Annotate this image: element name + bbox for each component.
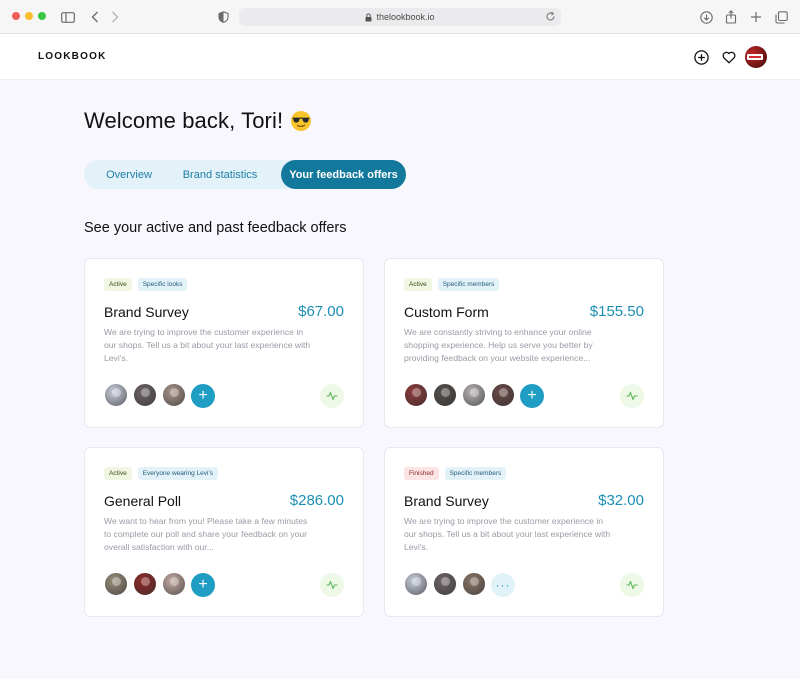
app-header: LOOKBOOK <box>0 34 800 80</box>
offer-card[interactable]: Active Specific looks Brand Survey $67.0… <box>84 258 364 428</box>
offer-card[interactable]: Active Specific members Custom Form $155… <box>384 258 664 428</box>
participant-avatar[interactable] <box>433 383 457 407</box>
status-badge: Active <box>404 278 432 291</box>
offer-description: We want to hear from you! Please take a … <box>104 516 308 552</box>
add-participant-button[interactable]: + <box>191 573 215 597</box>
more-options-button[interactable]: ··· <box>491 573 515 597</box>
user-avatar[interactable] <box>745 46 767 68</box>
minimize-window-button[interactable] <box>25 12 33 20</box>
page-title: Welcome back, Tori! <box>84 108 312 134</box>
participant-avatar[interactable] <box>404 383 428 407</box>
offer-title: Custom Form <box>404 304 489 320</box>
download-icon[interactable] <box>697 8 715 26</box>
participant-avatar[interactable] <box>104 572 128 596</box>
back-icon[interactable] <box>86 8 104 26</box>
activity-icon[interactable] <box>320 573 344 597</box>
offer-description: We are trying to improve the customer ex… <box>404 516 611 552</box>
audience-badge: Specific looks <box>137 278 188 291</box>
section-title: See your active and past feedback offers <box>84 220 347 236</box>
tab-overview-icon[interactable] <box>772 8 790 26</box>
forward-icon[interactable] <box>106 8 124 26</box>
audience-badge: Everyone wearing Levi's <box>137 467 218 480</box>
participant-avatar[interactable] <box>462 383 486 407</box>
sidebar-icon[interactable] <box>59 8 77 26</box>
participant-avatar[interactable] <box>462 572 486 596</box>
tab-overview[interactable]: Overview <box>84 160 174 189</box>
status-badge: Active <box>104 467 132 480</box>
status-badge: Active <box>104 278 132 291</box>
participants: + <box>104 572 215 597</box>
url-text: thelookbook.io <box>376 12 435 22</box>
offer-title: General Poll <box>104 493 182 509</box>
participant-avatar[interactable] <box>162 572 186 596</box>
participant-avatar[interactable] <box>104 383 128 407</box>
activity-icon[interactable] <box>620 384 644 408</box>
logo[interactable]: LOOKBOOK <box>38 51 107 62</box>
status-badge: Finished <box>404 467 439 480</box>
tab-label: Brand statistics <box>182 168 258 181</box>
audience-badge: Specific members <box>437 278 500 291</box>
offer-title: Brand Survey <box>104 304 189 320</box>
sunglasses-emoji-icon <box>290 110 312 132</box>
offer-card[interactable]: Active Everyone wearing Levi's General P… <box>84 447 364 617</box>
offer-price: $286.00 <box>289 492 344 509</box>
heart-icon[interactable] <box>720 48 738 66</box>
participant-avatar[interactable] <box>133 383 157 407</box>
activity-icon[interactable] <box>320 384 344 408</box>
welcome-text: Welcome back, Tori! <box>84 108 284 133</box>
offer-price: $32.00 <box>598 492 644 509</box>
participants: + <box>104 383 215 408</box>
tab-bar: Overview Brand statistics Your feedback … <box>84 160 406 189</box>
participant-avatar[interactable] <box>404 572 428 596</box>
tab-your-feedback-offers[interactable]: Your feedback offers <box>281 160 406 189</box>
participants: + <box>404 383 544 408</box>
add-participant-button[interactable]: + <box>191 384 215 408</box>
address-bar[interactable]: thelookbook.io <box>239 8 561 26</box>
lock-icon <box>365 12 372 22</box>
activity-icon[interactable] <box>620 573 644 597</box>
share-icon[interactable] <box>722 8 740 26</box>
audience-badge: Specific members <box>444 467 507 480</box>
zoom-window-button[interactable] <box>38 12 46 20</box>
add-participant-button[interactable]: + <box>520 384 544 408</box>
offer-title: Brand Survey <box>404 493 489 509</box>
reload-icon[interactable] <box>545 11 556 22</box>
offer-description: We are constantly striving to enhance yo… <box>404 327 593 363</box>
participant-avatar[interactable] <box>133 572 157 596</box>
new-tab-icon[interactable] <box>747 8 765 26</box>
participant-avatar[interactable] <box>491 383 515 407</box>
participant-avatar[interactable] <box>433 572 457 596</box>
close-window-button[interactable] <box>12 12 20 20</box>
privacy-shield-icon[interactable] <box>214 8 232 26</box>
offer-price: $155.50 <box>589 303 644 320</box>
offer-price: $67.00 <box>298 303 344 320</box>
browser-toolbar: thelookbook.io <box>0 0 800 34</box>
add-circle-icon[interactable] <box>692 48 710 66</box>
offer-description: We are trying to improve the customer ex… <box>104 327 311 363</box>
offer-card[interactable]: Finished Specific members Brand Survey $… <box>384 447 664 617</box>
participant-avatar[interactable] <box>162 383 186 407</box>
participants: ··· <box>404 572 515 597</box>
